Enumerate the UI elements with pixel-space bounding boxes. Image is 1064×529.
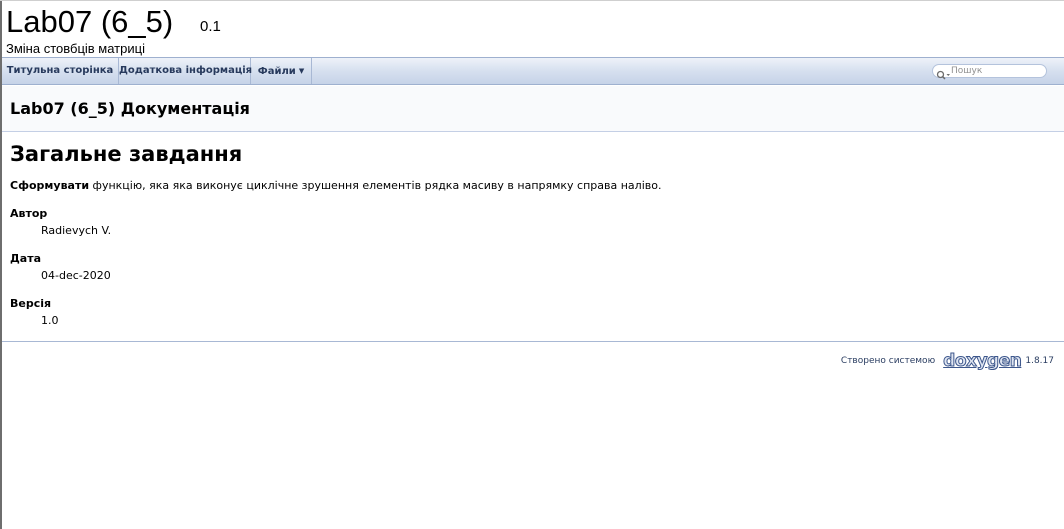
page-title: Lab07 (6_5) Документація bbox=[10, 99, 250, 118]
nav-item-label: Додаткова інформація bbox=[119, 65, 253, 76]
version-value: 1.0 bbox=[41, 314, 59, 327]
date-value: 04-dec-2020 bbox=[41, 269, 111, 282]
nav-item-files[interactable]: Файли ▼ bbox=[251, 58, 312, 84]
project-brief: Зміна стовбців матриці bbox=[6, 41, 145, 56]
title-area: Lab07 (6_5) 0.1 Зміна стовбців матриці bbox=[6, 4, 1056, 56]
generated-by-text: Створено системою bbox=[840, 356, 936, 366]
project-number: 0.1 bbox=[200, 18, 221, 35]
search-input[interactable] bbox=[951, 65, 1043, 77]
window-top-edge bbox=[0, 0, 1064, 1]
section-title: Загальне завдання bbox=[10, 142, 243, 166]
doxygen-logo-link[interactable]: doxygen bbox=[943, 352, 1023, 371]
doxygen-version: 1.8.17 bbox=[1025, 356, 1054, 366]
caret-down-icon: ▼ bbox=[298, 67, 305, 75]
nav-item-label: Файли bbox=[257, 66, 296, 77]
page-header: Lab07 (6_5) Документація bbox=[2, 86, 1064, 132]
search-box[interactable] bbox=[932, 64, 1047, 80]
date-label: Дата bbox=[10, 252, 42, 265]
author-label: Автор bbox=[10, 207, 48, 220]
search-icon[interactable] bbox=[936, 66, 952, 80]
author-value: Radievych V. bbox=[41, 224, 112, 237]
task-description: Сформувати функцію, яка яка виконує цикл… bbox=[10, 179, 661, 193]
description-bold: Сформувати bbox=[10, 179, 90, 192]
footer: Створено системою doxygen 1.8.17 bbox=[841, 351, 1054, 371]
nav-item-label: Титульна сторінка bbox=[6, 65, 114, 76]
nav-item-related-pages[interactable]: Додаткова інформація bbox=[119, 58, 253, 84]
version-label: Версія bbox=[10, 297, 52, 310]
main-nav: Титульна сторінка Додаткова інформація Ф… bbox=[2, 57, 1064, 85]
description-text: функцію, яка яка виконує циклічне зрушен… bbox=[89, 179, 662, 192]
footer-divider bbox=[2, 341, 1064, 342]
nav-item-main-page[interactable]: Титульна сторінка bbox=[2, 58, 119, 84]
project-name: Lab07 (6_5) bbox=[6, 4, 174, 39]
